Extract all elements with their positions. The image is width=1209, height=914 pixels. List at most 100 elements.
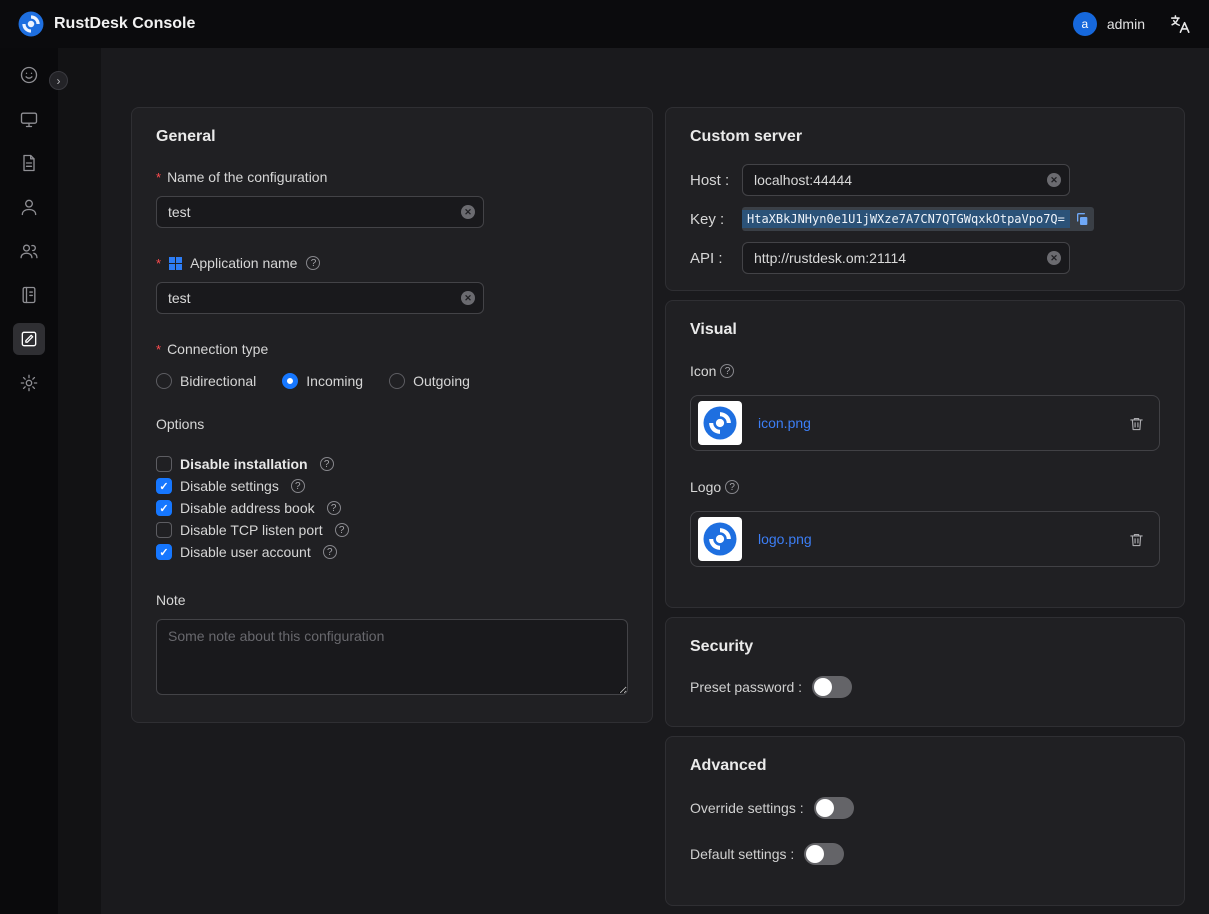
radio-bidirectional[interactable]: Bidirectional xyxy=(156,373,256,389)
key-label: Key : xyxy=(690,211,742,228)
brand: RustDesk Console xyxy=(18,11,195,37)
checkbox-label: Disable TCP listen port xyxy=(180,522,323,538)
note-label-text: Note xyxy=(156,592,186,608)
clear-icon[interactable]: ✕ xyxy=(1047,251,1061,265)
icon-upload-label: Icon ? xyxy=(690,361,1160,381)
checkbox-icon[interactable] xyxy=(156,500,172,516)
icon-file-link[interactable]: icon.png xyxy=(758,415,1112,431)
default-settings-row: Default settings : xyxy=(690,843,1160,865)
host-label: Host : xyxy=(690,172,742,189)
user-name[interactable]: admin xyxy=(1107,16,1145,32)
copy-icon[interactable] xyxy=(1074,211,1090,227)
connection-type-radios: Bidirectional Incoming Outgoing xyxy=(156,373,628,389)
sidebar-item-groups[interactable] xyxy=(13,235,45,267)
logo-label-text: Logo xyxy=(690,479,721,495)
note-textarea[interactable] xyxy=(156,619,628,695)
connection-type-label: * Connection type xyxy=(156,338,628,360)
config-name-input[interactable] xyxy=(156,196,484,228)
checkbox-disable-installation[interactable]: Disable installation ? xyxy=(156,453,628,475)
name-field-label: * Name of the configuration xyxy=(156,166,628,188)
preset-password-toggle[interactable] xyxy=(812,676,852,698)
options-label-text: Options xyxy=(156,416,204,432)
checkbox-disable-user-account[interactable]: Disable user account ? xyxy=(156,541,628,563)
rustdesk-logo-icon xyxy=(18,11,44,37)
sidebar-item-devices[interactable] xyxy=(13,103,45,135)
help-icon[interactable]: ? xyxy=(291,479,305,493)
key-value[interactable]: HtaXBkJNHyn0e1U1jWXze7A7CN7QTGWqxkOtpaVp… xyxy=(742,210,1070,228)
help-icon[interactable]: ? xyxy=(320,457,334,471)
checkbox-disable-address-book[interactable]: Disable address book ? xyxy=(156,497,628,519)
help-icon[interactable]: ? xyxy=(323,545,337,559)
checkbox-icon[interactable] xyxy=(156,544,172,560)
translate-icon[interactable] xyxy=(1169,13,1191,35)
checkbox-icon[interactable] xyxy=(156,478,172,494)
preset-password-label: Preset password : xyxy=(690,679,802,695)
security-title: Security xyxy=(690,638,1160,656)
chevron-right-icon: › xyxy=(57,74,61,88)
application-name-input[interactable] xyxy=(156,282,484,314)
logo-file-link[interactable]: logo.png xyxy=(758,531,1112,547)
logo-thumbnail xyxy=(698,517,742,561)
checkbox-label: Disable address book xyxy=(180,500,315,516)
radio-incoming[interactable]: Incoming xyxy=(282,373,363,389)
checkbox-label: Disable settings xyxy=(180,478,279,494)
required-mark: * xyxy=(156,342,161,357)
host-row: Host : ✕ xyxy=(690,164,1160,196)
icon-thumbnail xyxy=(698,401,742,445)
top-bar-right: a admin xyxy=(1073,12,1191,36)
checkbox-disable-settings[interactable]: Disable settings ? xyxy=(156,475,628,497)
radio-label: Incoming xyxy=(306,373,363,389)
delete-icon[interactable] xyxy=(1128,415,1145,432)
sidebar-item-status[interactable] xyxy=(13,59,45,91)
api-label: API : xyxy=(690,250,742,267)
app-name-field-label: * Application name ? xyxy=(156,252,628,274)
visual-card: Visual Icon ? icon.png xyxy=(665,300,1185,608)
icon-upload-item: icon.png xyxy=(690,395,1160,451)
radio-icon[interactable] xyxy=(156,373,172,389)
checkbox-label: Disable installation xyxy=(180,456,308,472)
advanced-card: Advanced Override settings : Default set… xyxy=(665,736,1185,906)
checkbox-label: Disable user account xyxy=(180,544,311,560)
avatar[interactable]: a xyxy=(1073,12,1097,36)
help-icon[interactable]: ? xyxy=(720,364,734,378)
clear-icon[interactable]: ✕ xyxy=(461,205,475,219)
name-field-group: * Name of the configuration ✕ xyxy=(156,166,628,228)
checkbox-icon[interactable] xyxy=(156,456,172,472)
preset-password-row: Preset password : xyxy=(690,676,1160,698)
override-settings-row: Override settings : xyxy=(690,797,1160,819)
radio-label: Outgoing xyxy=(413,373,470,389)
connection-type-label-text: Connection type xyxy=(167,341,268,357)
options-label: Options xyxy=(156,413,628,435)
radio-outgoing[interactable]: Outgoing xyxy=(389,373,470,389)
sidebar-expand-button[interactable]: › xyxy=(49,71,68,90)
help-icon[interactable]: ? xyxy=(335,523,349,537)
app-name-field-label-text: Application name xyxy=(190,255,297,271)
sidebar-item-custom-clients[interactable] xyxy=(13,323,45,355)
api-input[interactable] xyxy=(742,242,1070,274)
host-input[interactable] xyxy=(742,164,1070,196)
help-icon[interactable]: ? xyxy=(306,256,320,270)
checkbox-icon[interactable] xyxy=(156,522,172,538)
delete-icon[interactable] xyxy=(1128,531,1145,548)
required-mark: * xyxy=(156,256,161,271)
general-card: General * Name of the configuration ✕ * … xyxy=(131,107,653,723)
sidebar-item-settings[interactable] xyxy=(13,367,45,399)
clear-icon[interactable]: ✕ xyxy=(461,291,475,305)
logo-upload-label: Logo ? xyxy=(690,477,1160,497)
checkbox-disable-tcp-listen-port[interactable]: Disable TCP listen port ? xyxy=(156,519,628,541)
sidebar-item-users[interactable] xyxy=(13,191,45,223)
sidebar-item-address-books[interactable] xyxy=(13,279,45,311)
radio-icon[interactable] xyxy=(282,373,298,389)
custom-server-title: Custom server xyxy=(690,128,1160,146)
right-column: Custom server Host : ✕ Key : HtaXBkJNHyn… xyxy=(665,107,1185,906)
top-bar: RustDesk Console a admin xyxy=(0,0,1209,48)
radio-icon[interactable] xyxy=(389,373,405,389)
override-settings-toggle[interactable] xyxy=(814,797,854,819)
sidebar-item-audit[interactable] xyxy=(13,147,45,179)
app-title: RustDesk Console xyxy=(54,15,195,33)
clear-icon[interactable]: ✕ xyxy=(1047,173,1061,187)
help-icon[interactable]: ? xyxy=(725,480,739,494)
default-settings-toggle[interactable] xyxy=(804,843,844,865)
windows-logo-icon xyxy=(169,257,182,270)
help-icon[interactable]: ? xyxy=(327,501,341,515)
